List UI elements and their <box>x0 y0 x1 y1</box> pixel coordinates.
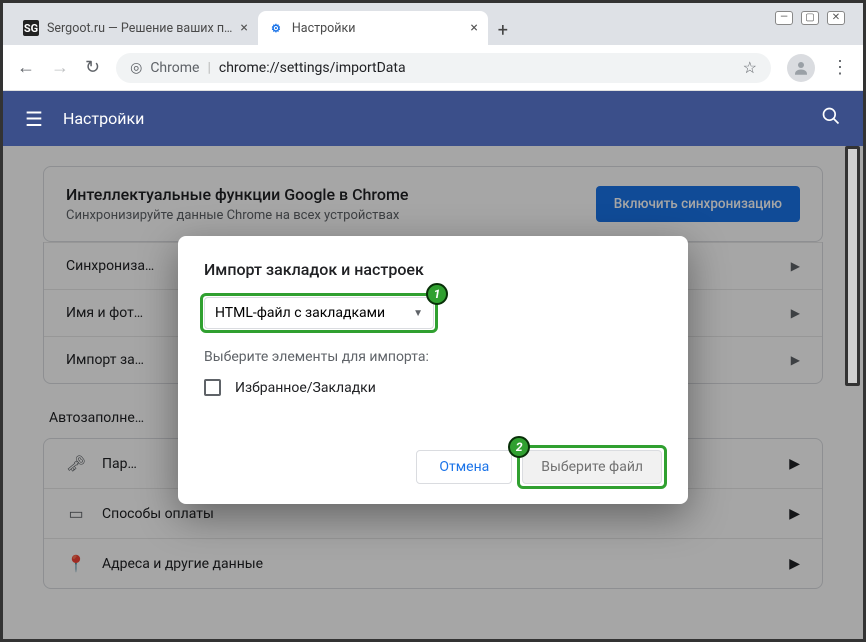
import-dialog: Импорт закладок и настроек HTML-файл с з… <box>178 236 688 504</box>
kebab-menu-icon[interactable]: ⋮ <box>831 57 849 78</box>
callout-badge-1: 1 <box>426 283 448 305</box>
address-path: chrome://settings/importData <box>219 60 406 76</box>
close-tab-icon[interactable]: × <box>470 20 477 36</box>
search-icon[interactable] <box>821 106 841 131</box>
modal-overlay: Импорт закладок и настроек HTML-файл с з… <box>3 146 863 639</box>
checkbox-icon[interactable] <box>204 379 221 396</box>
chevron-down-icon: ▼ <box>413 308 423 319</box>
address-prefix: Chrome <box>150 60 199 76</box>
minimize-button[interactable]: — <box>775 11 793 25</box>
close-tab-icon[interactable]: × <box>240 20 247 36</box>
forward-icon[interactable]: → <box>51 57 69 78</box>
bookmark-star-icon[interactable]: ☆ <box>743 58 757 77</box>
import-hint: Выберите элементы для импорта: <box>204 349 662 365</box>
settings-header: ☰ Настройки <box>3 91 863 146</box>
maximize-button[interactable]: ▢ <box>801 11 819 25</box>
checkbox-row-favorites[interactable]: Избранное/Закладки <box>204 379 662 396</box>
favicon-sergoot: SG <box>23 20 39 36</box>
address-bar: ← → ↻ ◎ Chrome | chrome://settings/impor… <box>3 45 863 91</box>
hamburger-icon[interactable]: ☰ <box>25 107 43 131</box>
tab-settings[interactable]: ⚙ Настройки × <box>258 11 488 45</box>
profile-avatar[interactable] <box>787 54 815 82</box>
dropdown-value: HTML-файл с закладками <box>215 305 385 321</box>
address-field[interactable]: ◎ Chrome | chrome://settings/importData … <box>116 53 771 83</box>
tab-label: Sergoot.ru — Решение ваших п… <box>47 21 232 36</box>
tab-strip: SG Sergoot.ru — Решение ваших п… × ⚙ Нас… <box>3 3 863 45</box>
new-tab-button[interactable]: + <box>488 15 518 45</box>
dialog-title: Импорт закладок и настроек <box>204 260 662 279</box>
source-dropdown[interactable]: HTML-файл с закладками ▼ <box>204 297 434 329</box>
settings-content: Интеллектуальные функции Google в Chrome… <box>3 146 863 639</box>
favicon-settings: ⚙ <box>268 20 284 36</box>
checkbox-label: Избранное/Закладки <box>235 380 376 396</box>
reload-icon[interactable]: ↻ <box>85 57 100 78</box>
cancel-button[interactable]: Отмена <box>416 450 512 484</box>
chrome-icon: ◎ <box>130 60 142 76</box>
choose-file-button[interactable]: Выберите файл <box>522 450 662 484</box>
close-window-button[interactable]: ✕ <box>827 11 845 25</box>
window-controls: — ▢ ✕ <box>775 11 845 25</box>
settings-title: Настройки <box>63 109 144 128</box>
page-scrollbar[interactable] <box>845 146 860 386</box>
tab-sergoot[interactable]: SG Sergoot.ru — Решение ваших п… × <box>13 11 258 45</box>
back-icon[interactable]: ← <box>17 57 35 78</box>
dialog-button-row: Отмена Выберите файл 2 <box>204 450 662 484</box>
address-divider: | <box>207 60 210 76</box>
tab-label: Настройки <box>292 21 356 36</box>
